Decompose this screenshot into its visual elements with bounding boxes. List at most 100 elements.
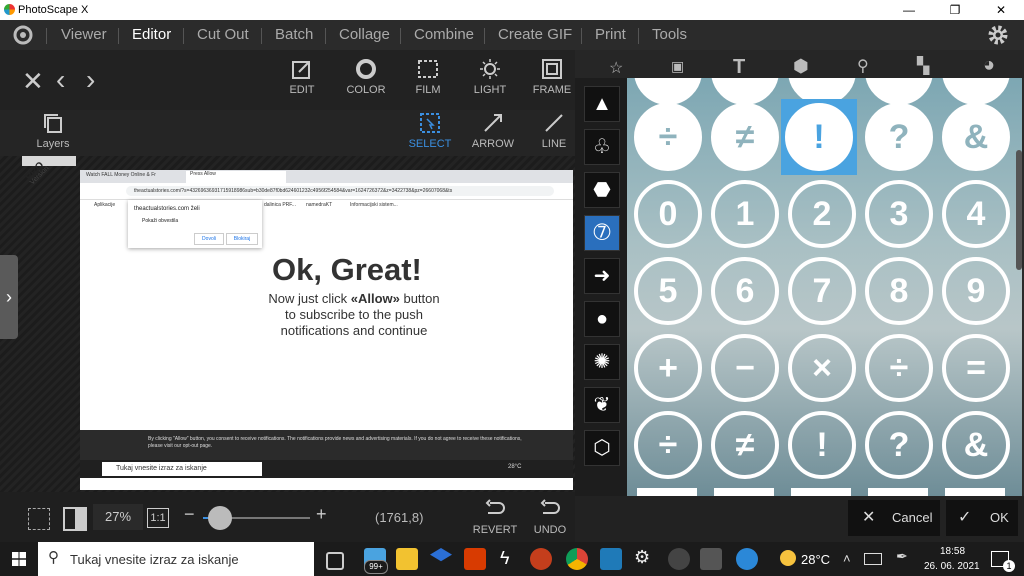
menu-collage[interactable]: Collage: [339, 26, 390, 43]
menu-print[interactable]: Print: [595, 26, 626, 43]
panel-tab-palette-icon[interactable]: ◕: [983, 54, 995, 77]
category-number-circle-icon[interactable]: ➆: [584, 215, 620, 251]
photoscape-taskbar-icon[interactable]: [700, 548, 722, 570]
revert-label: REVERT: [472, 524, 518, 536]
chrome-icon[interactable]: [566, 548, 588, 570]
fit-selection-icon[interactable]: [28, 508, 50, 530]
task-view-icon[interactable]: [326, 552, 344, 570]
start-windows-icon[interactable]: [12, 552, 26, 566]
expand-left-panel-button[interactable]: ›: [0, 255, 18, 339]
tool-film[interactable]: FILM: [398, 58, 458, 96]
icon-divide[interactable]: ÷: [862, 331, 937, 406]
panel-tab-mosaic-icon[interactable]: ▚: [917, 56, 929, 76]
taskbar-search-box[interactable]: ⚲ Tukaj vnesite izraz za iskanje: [38, 542, 314, 576]
tool-light[interactable]: LIGHT: [460, 58, 520, 96]
zoom-percent[interactable]: 27%: [93, 504, 143, 530]
zoom-in-button[interactable]: +: [316, 504, 327, 525]
zoom-slider-thumb[interactable]: [208, 506, 232, 530]
category-badge-icon[interactable]: ⬣: [584, 172, 620, 208]
undo-button[interactable]: UNDO: [526, 498, 574, 536]
icon-number-7[interactable]: 7: [785, 254, 860, 329]
icon-equals[interactable]: =: [939, 331, 1014, 406]
icon-minus[interactable]: −: [708, 331, 783, 406]
lightning-app-icon[interactable]: ϟ: [500, 548, 510, 569]
icon-divide-outline[interactable]: ÷: [631, 408, 706, 483]
actual-size-button[interactable]: 1:1: [147, 508, 169, 528]
cancel-button[interactable]: ✕ Cancel: [848, 500, 940, 536]
menu-create-gif[interactable]: Create GIF: [498, 26, 572, 43]
minimize-button[interactable]: —: [886, 0, 932, 20]
icon-grid-scrollbar[interactable]: [1016, 150, 1022, 270]
menu-viewer[interactable]: Viewer: [61, 26, 107, 43]
icon-number-6[interactable]: 6: [708, 254, 783, 329]
tool-arrow[interactable]: ARROW: [463, 112, 523, 150]
panel-tab-shapes-icon[interactable]: ⬢: [793, 56, 809, 77]
pen-icon[interactable]: ✒: [896, 548, 908, 565]
compare-icon[interactable]: [63, 507, 87, 531]
category-club-icon[interactable]: ♧: [584, 129, 620, 165]
help-icon[interactable]: [736, 548, 758, 570]
icon-exclamation-outline[interactable]: !: [785, 408, 860, 483]
menu-combine[interactable]: Combine: [414, 26, 474, 43]
icon-number-3[interactable]: 3: [862, 177, 937, 252]
icon-number-8[interactable]: 8: [862, 254, 937, 329]
file-explorer-icon[interactable]: [396, 548, 418, 570]
category-arrow-icon[interactable]: ➜: [584, 258, 620, 294]
icon-number-9[interactable]: 9: [939, 254, 1014, 329]
settings-icon[interactable]: ⚙: [634, 547, 650, 568]
layers-button[interactable]: Layers: [23, 112, 83, 150]
powerpoint-icon[interactable]: [530, 548, 552, 570]
dropbox-icon[interactable]: [430, 548, 452, 562]
display-icon[interactable]: [864, 553, 882, 565]
category-speech-bubble-icon[interactable]: ●: [584, 301, 620, 337]
menu-tools[interactable]: Tools: [652, 26, 687, 43]
edited-photo[interactable]: Watch FALL Money Online & Fr Press Allow…: [80, 170, 573, 490]
icon-question-outline[interactable]: ?: [862, 408, 937, 483]
app-home-icon[interactable]: [12, 24, 34, 46]
settings-gear-icon[interactable]: [987, 24, 1009, 46]
ok-button[interactable]: ✓ OK: [946, 500, 1018, 536]
revert-button[interactable]: REVERT: [465, 498, 525, 536]
tool-edit[interactable]: EDIT: [272, 58, 332, 96]
menu-editor[interactable]: Editor: [132, 26, 171, 43]
icon-divide-filled[interactable]: ÷: [631, 100, 706, 175]
icon-multiply[interactable]: ×: [785, 331, 860, 406]
category-triangle-icon[interactable]: ▲: [584, 86, 620, 122]
tool-frame[interactable]: FRAME: [522, 58, 582, 96]
category-laurel-icon[interactable]: ❦: [584, 387, 620, 423]
zoom-out-button[interactable]: −: [184, 504, 195, 525]
icon-number-0[interactable]: 0: [631, 177, 706, 252]
icon-number-5[interactable]: 5: [631, 254, 706, 329]
close-image-icon[interactable]: ✕: [22, 66, 44, 97]
panel-tab-star-icon[interactable]: ☆: [609, 58, 623, 78]
icon-number-4[interactable]: 4: [939, 177, 1014, 252]
icon-not-equal-outline[interactable]: ≠: [708, 408, 783, 483]
panel-tab-image-icon[interactable]: ▣: [671, 58, 684, 75]
previous-icon[interactable]: ‹: [56, 64, 65, 96]
tool-select[interactable]: SELECT: [400, 112, 460, 150]
menu-cut-out[interactable]: Cut Out: [197, 26, 249, 43]
icon-number-2[interactable]: 2: [785, 177, 860, 252]
vscode-icon[interactable]: [600, 548, 622, 570]
next-icon[interactable]: ›: [86, 64, 95, 96]
restore-button[interactable]: ❐: [932, 0, 978, 20]
icon-question-filled[interactable]: ?: [862, 100, 937, 175]
icon-plus[interactable]: +: [631, 331, 706, 406]
icon-exclamation-filled[interactable]: !: [781, 99, 857, 175]
panel-tab-text-icon[interactable]: T: [733, 56, 745, 79]
category-cube-icon[interactable]: ⬡: [584, 430, 620, 466]
menu-batch[interactable]: Batch: [275, 26, 313, 43]
weather-sun-icon: [780, 550, 796, 566]
app-icon[interactable]: [668, 548, 690, 570]
icon-not-equal-filled[interactable]: ≠: [708, 100, 783, 175]
icon-ampersand-filled[interactable]: &: [939, 100, 1014, 175]
office-icon[interactable]: [464, 548, 486, 570]
icon-number-1[interactable]: 1: [708, 177, 783, 252]
undo-label: UNDO: [533, 524, 567, 536]
panel-tab-magnifier-icon[interactable]: ⚲: [857, 56, 869, 76]
icon-ampersand-outline[interactable]: &: [939, 408, 1014, 483]
category-seal-icon[interactable]: ✺: [584, 344, 620, 380]
show-hidden-icons[interactable]: ˄: [843, 551, 851, 566]
tool-color[interactable]: COLOR: [336, 58, 396, 96]
close-button[interactable]: ✕: [978, 0, 1024, 20]
